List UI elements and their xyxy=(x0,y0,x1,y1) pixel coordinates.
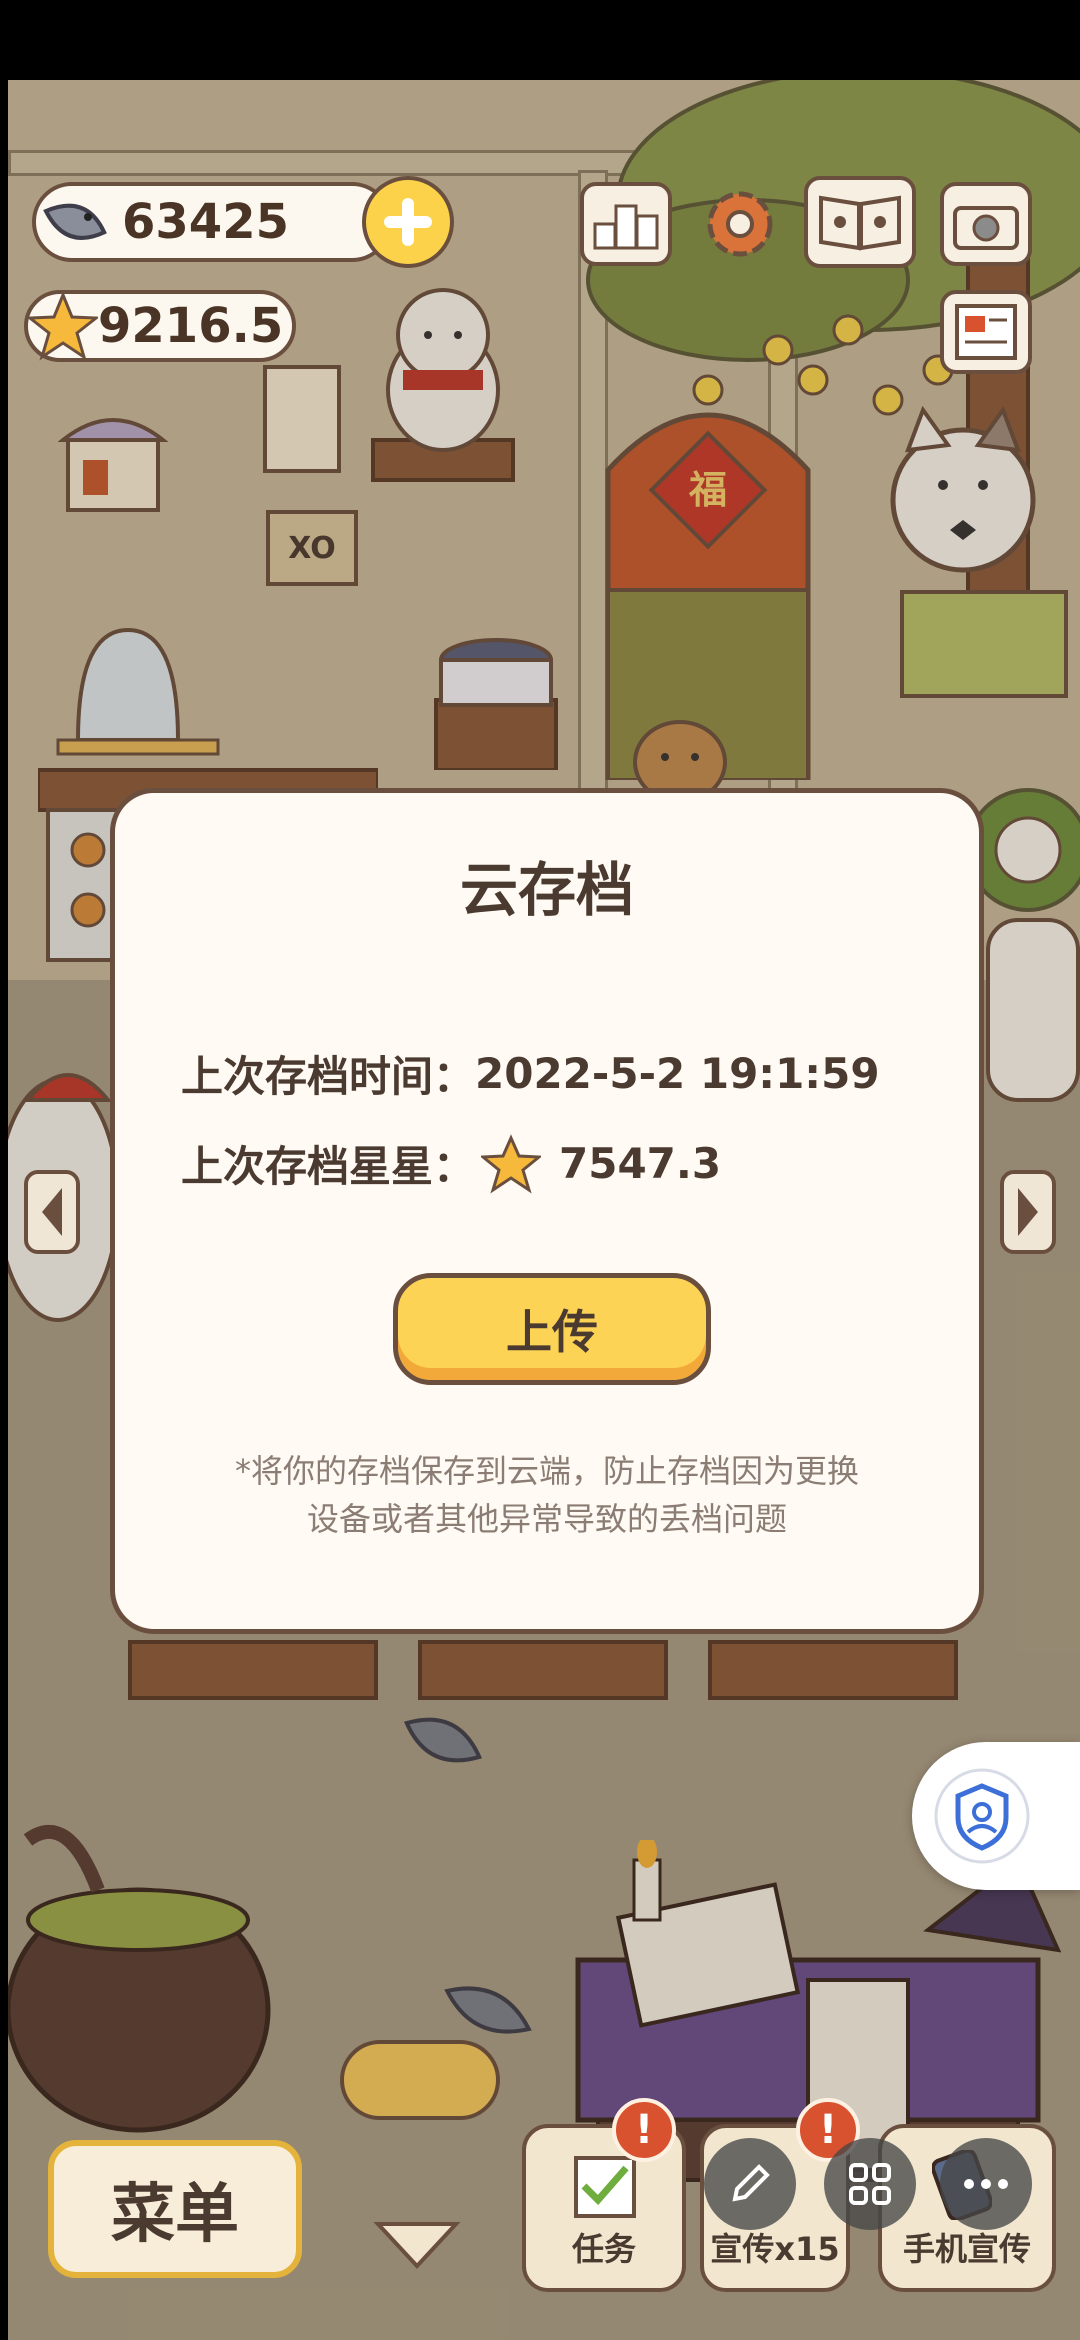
apps-overlay-button[interactable] xyxy=(824,2138,916,2230)
more-overlay-button[interactable] xyxy=(940,2138,1032,2230)
more-dots-icon xyxy=(964,2179,1008,2189)
add-fish-button[interactable] xyxy=(362,176,454,268)
shield-user-icon xyxy=(934,1768,1030,1864)
promote-label: 宣传x15 xyxy=(710,2230,840,2268)
cloud-save-note: *将你的存档保存到云端，防止存档因为更换 设备或者其他异常导致的丢档问题 xyxy=(155,1447,939,1543)
phone-promote-label: 手机宣传 xyxy=(902,2230,1031,2268)
cloud-save-dialog: 云存档 上次存档时间： 2022-5-2 19:1:59 上次存档星星： 754… xyxy=(110,788,984,1634)
camera-button[interactable] xyxy=(940,182,1032,266)
tasks-label: 任务 xyxy=(571,2230,636,2268)
gear-icon xyxy=(707,191,773,257)
star-icon xyxy=(28,291,98,361)
edit-overlay-button[interactable] xyxy=(704,2138,796,2230)
security-float-button[interactable] xyxy=(912,1742,1080,1890)
settings-button[interactable] xyxy=(694,182,786,266)
star-counter: 9216.5 xyxy=(24,290,296,362)
chevron-right-icon xyxy=(1018,1188,1038,1236)
last-save-time-row: 上次存档时间： 2022-5-2 19:1:59 xyxy=(181,1043,880,1104)
plus-icon xyxy=(384,198,432,246)
cat-book-button[interactable] xyxy=(804,176,916,268)
last-save-time-value: 2022-5-2 19:1:59 xyxy=(475,1049,880,1098)
newspaper-button[interactable] xyxy=(940,290,1032,374)
last-save-time-label: 上次存档时间： xyxy=(181,1052,476,1101)
last-save-stars-value: 7547.3 xyxy=(559,1139,722,1188)
note-line: *将你的存档保存到云端，防止存档因为更换 xyxy=(234,1452,859,1490)
newspaper-icon xyxy=(955,304,1017,360)
checklist-icon xyxy=(574,2156,636,2218)
dialog-title: 云存档 xyxy=(459,856,634,924)
grid-icon xyxy=(849,2163,891,2205)
collapse-arrow-icon[interactable] xyxy=(372,2214,462,2274)
book-icon xyxy=(819,195,901,251)
pencil-icon xyxy=(732,2164,770,2202)
fish-icon xyxy=(43,203,107,240)
upload-button[interactable]: 上传 xyxy=(393,1273,711,1385)
last-save-stars-label: 上次存档星星： xyxy=(181,1142,476,1191)
tasks-alert-icon: ! xyxy=(612,2098,676,2162)
fish-count: 63425 xyxy=(122,194,289,250)
fish-counter: 63425 xyxy=(32,182,392,262)
last-save-stars-row: 上次存档星星： 7547.3 xyxy=(181,1133,721,1194)
star-count: 9216.5 xyxy=(98,298,284,354)
camera-icon xyxy=(953,206,1019,250)
leaderboard-icon xyxy=(593,204,659,250)
note-line: 设备或者其他异常导致的丢档问题 xyxy=(306,1500,787,1538)
star-icon xyxy=(481,1133,542,1194)
chevron-left-icon xyxy=(42,1188,62,1236)
scroll-right-button[interactable] xyxy=(1000,1170,1056,1254)
scroll-left-button[interactable] xyxy=(24,1170,80,1254)
menu-button[interactable]: 菜单 xyxy=(48,2140,302,2278)
leaderboard-button[interactable] xyxy=(580,182,672,266)
